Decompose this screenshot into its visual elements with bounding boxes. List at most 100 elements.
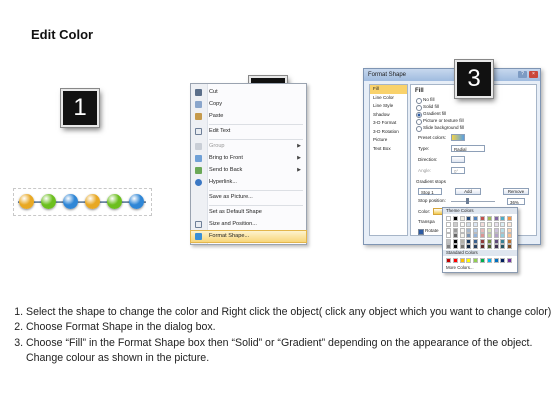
theme-color-swatch[interactable] [480, 216, 485, 221]
standard-color-swatch[interactable] [466, 258, 472, 263]
category-text-box[interactable]: Text Box [370, 145, 407, 154]
theme-color-swatch[interactable] [466, 227, 472, 233]
standard-color-swatch[interactable] [507, 258, 513, 263]
theme-color-swatch[interactable] [480, 222, 485, 228]
theme-color-swatch[interactable] [493, 222, 499, 228]
category-3d-rotation[interactable]: 3-D Rotation [370, 128, 407, 137]
theme-color-swatch[interactable] [507, 216, 513, 221]
menu-item-hyperlink[interactable]: Hyperlink... [191, 177, 306, 188]
preset-colors-dropdown[interactable] [451, 134, 465, 141]
theme-color-swatch[interactable] [486, 216, 492, 221]
stop-position-slider[interactable] [451, 201, 495, 202]
direction-dropdown[interactable] [451, 156, 465, 163]
remove-stop-button[interactable]: Remove [503, 188, 529, 195]
category-3d-format[interactable]: 3-D Format [370, 119, 407, 128]
theme-color-swatch[interactable] [446, 238, 451, 244]
theme-color-swatch[interactable] [486, 222, 492, 228]
standard-color-swatch[interactable] [493, 258, 499, 263]
standard-color-swatch[interactable] [459, 258, 465, 263]
chain-ball[interactable] [129, 194, 144, 209]
theme-color-swatch[interactable] [493, 244, 499, 249]
category-shadow[interactable]: Shadow [370, 111, 407, 120]
theme-color-swatch[interactable] [493, 227, 499, 233]
theme-color-swatch[interactable] [452, 216, 458, 221]
theme-color-swatch[interactable] [493, 233, 499, 239]
menu-item-size-and-position[interactable]: Size and Position... [191, 219, 306, 230]
standard-color-swatch[interactable] [480, 258, 485, 263]
menu-item-format-shape[interactable]: Format Shape... [190, 230, 307, 243]
stop-position-thumb[interactable] [466, 198, 469, 204]
standard-color-swatch[interactable] [473, 258, 479, 263]
theme-color-swatch[interactable] [486, 244, 492, 249]
selected-shape-chain[interactable] [13, 188, 152, 216]
theme-color-swatch[interactable] [446, 227, 451, 233]
category-picture[interactable]: Picture [370, 136, 407, 145]
category-fill[interactable]: Fill [370, 85, 407, 94]
theme-color-swatch[interactable] [500, 233, 506, 239]
theme-color-swatch[interactable] [446, 216, 451, 221]
theme-color-swatch[interactable] [486, 238, 492, 244]
theme-color-swatch[interactable] [500, 244, 506, 249]
theme-color-swatch[interactable] [500, 222, 506, 228]
stop-position-field[interactable]: 36% [507, 198, 525, 205]
menu-item-group[interactable]: Group ▶ [191, 141, 306, 152]
standard-color-swatch[interactable] [500, 258, 506, 263]
angle-field[interactable]: 0° [451, 167, 465, 174]
theme-color-swatch[interactable] [459, 244, 465, 249]
type-select[interactable]: Radial [451, 145, 485, 152]
theme-color-swatch[interactable] [446, 244, 451, 249]
help-icon[interactable]: ? [518, 71, 527, 78]
theme-color-swatch[interactable] [466, 222, 472, 228]
radio-no-fill[interactable] [416, 98, 422, 104]
theme-color-swatch[interactable] [500, 238, 506, 244]
theme-color-swatch[interactable] [473, 227, 479, 233]
theme-color-swatch[interactable] [480, 238, 485, 244]
radio-gradient-fill[interactable] [416, 112, 422, 118]
theme-color-swatch[interactable] [466, 233, 472, 239]
radio-picture-fill[interactable] [416, 119, 422, 125]
theme-color-swatch[interactable] [486, 227, 492, 233]
radio-solid-fill[interactable] [416, 105, 422, 111]
close-icon[interactable]: × [529, 71, 538, 78]
menu-item-send-to-back[interactable]: Send to Back ▶ [191, 165, 306, 176]
chain-ball[interactable] [41, 194, 56, 209]
theme-color-swatch[interactable] [459, 238, 465, 244]
theme-color-swatch[interactable] [480, 244, 485, 249]
theme-color-swatch[interactable] [500, 216, 506, 221]
category-line-style[interactable]: Line Style [370, 102, 407, 111]
theme-color-swatch[interactable] [446, 233, 451, 239]
chain-ball[interactable] [85, 194, 100, 209]
theme-color-swatch[interactable] [452, 222, 458, 228]
radio-slide-background-fill[interactable] [416, 126, 422, 132]
theme-color-swatch[interactable] [452, 238, 458, 244]
theme-color-swatch[interactable] [466, 216, 472, 221]
standard-color-swatch[interactable] [452, 258, 458, 263]
theme-color-swatch[interactable] [480, 233, 485, 239]
chain-ball[interactable] [19, 194, 34, 209]
more-colors-link[interactable]: More Colors... [446, 265, 474, 270]
category-line-color[interactable]: Line Color [370, 94, 407, 103]
standard-color-swatch[interactable] [486, 258, 492, 263]
menu-item-set-default-shape[interactable]: Set as Default Shape [191, 207, 306, 218]
theme-color-swatch[interactable] [459, 233, 465, 239]
theme-color-swatch[interactable] [473, 222, 479, 228]
menu-item-paste[interactable]: Paste [191, 111, 306, 122]
theme-color-swatch[interactable] [507, 244, 513, 249]
theme-color-swatch[interactable] [452, 233, 458, 239]
theme-color-swatch[interactable] [493, 238, 499, 244]
theme-color-swatch[interactable] [500, 227, 506, 233]
theme-color-swatch[interactable] [507, 222, 513, 228]
theme-color-swatch[interactable] [452, 244, 458, 249]
menu-item-bring-to-front[interactable]: Bring to Front ▶ [191, 153, 306, 164]
theme-color-swatch[interactable] [480, 227, 485, 233]
standard-color-swatch[interactable] [446, 258, 451, 263]
theme-color-swatch[interactable] [507, 227, 513, 233]
theme-color-swatch[interactable] [466, 238, 472, 244]
menu-item-cut[interactable]: Cut [191, 87, 306, 98]
theme-color-swatch[interactable] [493, 216, 499, 221]
theme-color-swatch[interactable] [507, 238, 513, 244]
add-stop-button[interactable]: Add [455, 188, 481, 195]
theme-color-swatch[interactable] [452, 227, 458, 233]
theme-color-swatch[interactable] [473, 233, 479, 239]
theme-color-swatch[interactable] [459, 222, 465, 228]
